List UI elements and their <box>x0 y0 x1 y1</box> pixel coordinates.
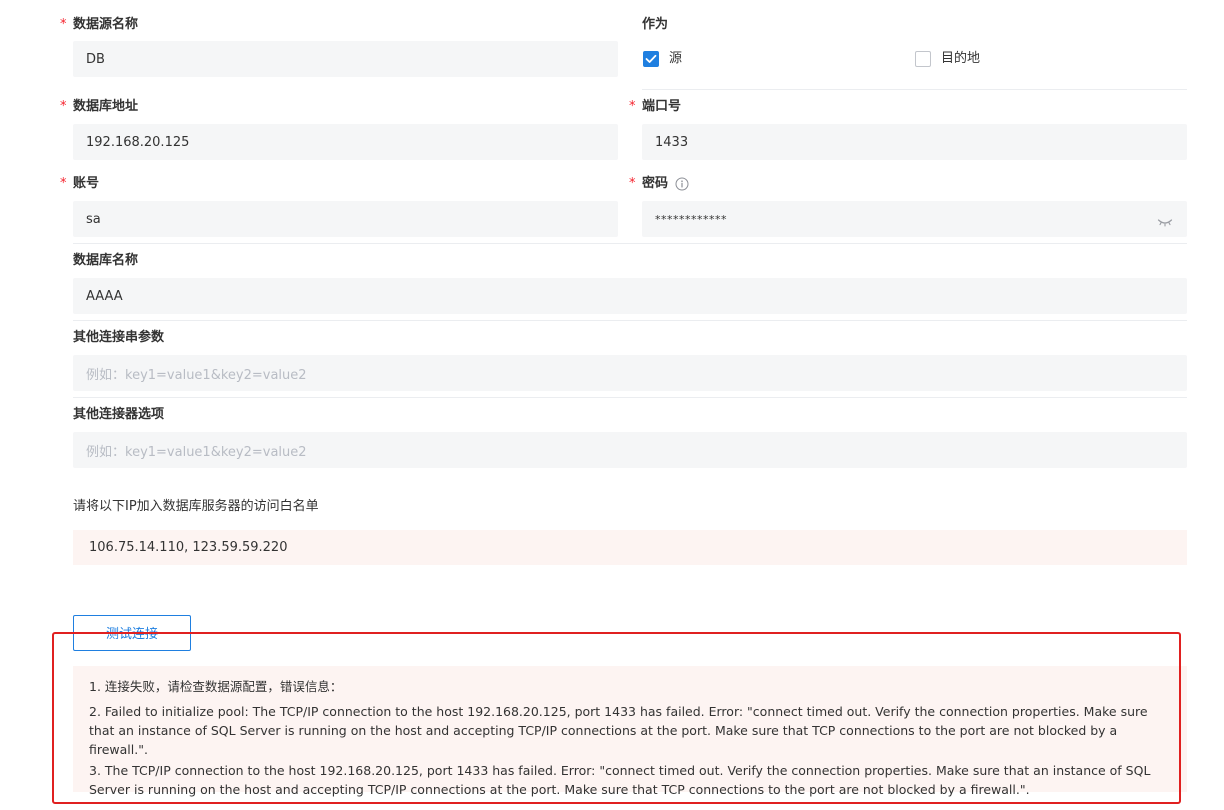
required-mark: * <box>60 17 67 32</box>
password-value: ************ <box>655 212 727 226</box>
whitelist-ip-box: 106.75.14.110, 123.59.59.220 <box>73 530 1187 565</box>
info-circle-icon[interactable] <box>675 176 689 191</box>
account-label: 账号 <box>73 176 100 191</box>
db-address-input[interactable]: 192.168.20.125 <box>73 124 618 160</box>
port-input[interactable]: 1433 <box>642 124 1187 160</box>
conn-params-placeholder: 例如：key1=value1&key2=value2 <box>86 367 307 383</box>
db-name-label: 数据库名称 <box>73 253 139 268</box>
test-connection-button[interactable]: 测试连接 <box>73 615 191 651</box>
conn-params-label: 其他连接串参数 <box>73 330 165 345</box>
role-target-label[interactable]: 目的地 <box>941 50 980 68</box>
row-divider <box>73 243 1187 244</box>
checkmark-icon <box>645 54 657 63</box>
required-mark: * <box>60 176 67 191</box>
db-address-value: 192.168.20.125 <box>86 134 190 150</box>
role-target-checkbox[interactable] <box>915 51 931 67</box>
datasource-name-label: 数据源名称 <box>73 17 139 32</box>
role-label: 作为 <box>642 17 669 32</box>
role-source-checkbox[interactable] <box>643 51 659 67</box>
connector-options-placeholder: 例如：key1=value1&key2=value2 <box>86 444 307 460</box>
required-mark: * <box>629 176 636 191</box>
required-mark: * <box>629 99 636 114</box>
whitelist-ip-value: 106.75.14.110, 123.59.59.220 <box>89 540 288 555</box>
port-label: 端口号 <box>642 99 682 114</box>
error-line: 1. 连接失败，请检查数据源配置，错误信息： <box>89 679 343 694</box>
required-mark: * <box>60 99 67 114</box>
db-name-value: AAAA <box>86 288 123 304</box>
conn-params-input[interactable]: 例如：key1=value1&key2=value2 <box>73 355 1187 391</box>
error-line: 2. Failed to initialize pool: The TCP/IP… <box>89 704 1148 757</box>
password-label: 密码 <box>642 176 669 191</box>
port-value: 1433 <box>655 134 689 150</box>
db-name-input[interactable]: AAAA <box>73 278 1187 314</box>
connection-error-box: 1. 连接失败，请检查数据源配置，错误信息： 2. Failed to init… <box>73 666 1187 797</box>
account-value: sa <box>86 211 101 227</box>
connector-options-input[interactable]: 例如：key1=value1&key2=value2 <box>73 432 1187 468</box>
datasource-name-value: DB <box>86 51 105 67</box>
datasource-name-input[interactable]: DB <box>73 41 618 77</box>
db-address-label: 数据库地址 <box>73 99 139 114</box>
row-divider <box>73 397 1187 398</box>
error-line: 3. The TCP/IP connection to the host 192… <box>89 763 1151 797</box>
row-divider <box>642 89 1187 90</box>
account-input[interactable]: sa <box>73 201 618 237</box>
password-input[interactable]: ************ <box>642 201 1187 237</box>
role-source-label[interactable]: 源 <box>669 50 682 68</box>
eye-closed-icon[interactable] <box>1157 213 1173 227</box>
connector-options-label: 其他连接器选项 <box>73 407 165 422</box>
whitelist-label: 请将以下IP加入数据库服务器的访问白名单 <box>73 499 319 514</box>
row-divider <box>73 320 1187 321</box>
test-connection-label: 测试连接 <box>105 626 158 642</box>
